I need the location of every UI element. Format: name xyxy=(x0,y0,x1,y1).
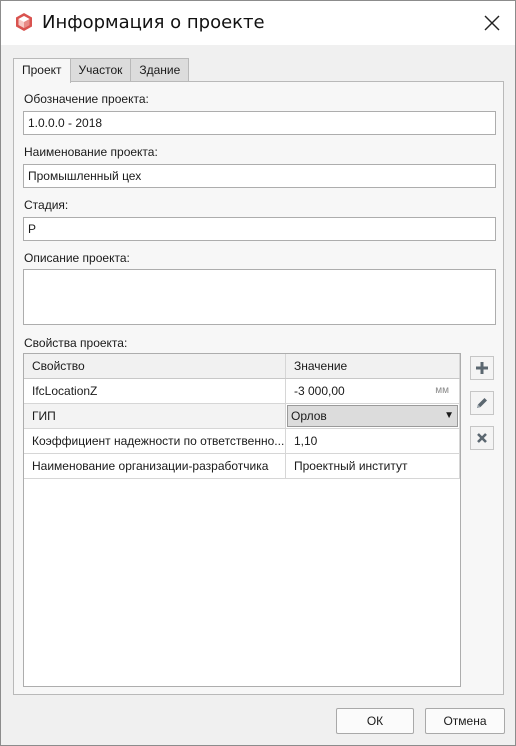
row-property: Наименование организации-разработчика xyxy=(24,454,286,478)
grid-header: Свойство Значение xyxy=(24,354,460,379)
pencil-icon xyxy=(477,398,487,408)
delete-property-button[interactable] xyxy=(470,426,494,450)
plus-icon xyxy=(476,362,488,374)
row-property: ГИП xyxy=(24,404,286,428)
edit-property-button[interactable] xyxy=(470,391,494,415)
cancel-button[interactable]: Отмена xyxy=(425,708,505,734)
delete-x-icon xyxy=(477,433,487,443)
dropdown-arrow-icon[interactable]: ▼ xyxy=(444,406,454,426)
unit-label: мм xyxy=(435,385,449,396)
header-value[interactable]: Значение xyxy=(286,354,460,378)
gip-dropdown[interactable]: Орлов ▼ xyxy=(287,405,458,427)
tab-project[interactable]: Проект xyxy=(13,58,71,83)
app-cube-icon xyxy=(16,13,32,31)
project-name-field[interactable]: Промышленный цех xyxy=(23,164,496,188)
dropdown-selected: Орлов xyxy=(291,409,327,423)
row-value[interactable]: Проектный институт xyxy=(286,454,460,478)
properties-label: Свойства проекта: xyxy=(24,336,128,350)
row-property: Коэффициент надежности по ответственно..… xyxy=(24,429,286,453)
stage-label: Стадия: xyxy=(24,198,69,212)
title-bar: Информация о проекте xyxy=(1,1,515,45)
table-row[interactable]: Наименование организации-разработчика Пр… xyxy=(24,454,460,479)
ok-button[interactable]: ОК xyxy=(336,708,414,734)
tab-building[interactable]: Здание xyxy=(130,58,190,82)
designation-label: Обозначение проекта: xyxy=(24,92,149,106)
row-value[interactable]: -3 000,00 мм xyxy=(286,379,460,403)
description-label: Описание проекта: xyxy=(24,251,130,265)
add-property-button[interactable] xyxy=(470,356,494,380)
description-field[interactable] xyxy=(23,269,496,325)
row-property: IfcLocationZ xyxy=(24,379,286,403)
table-row[interactable]: Коэффициент надежности по ответственно..… xyxy=(24,429,460,454)
properties-grid: Свойство Значение IfcLocationZ -3 000,00… xyxy=(23,353,461,687)
designation-field[interactable]: 1.0.0.0 - 2018 xyxy=(23,111,496,135)
window-title: Информация о проекте xyxy=(42,12,265,33)
header-property[interactable]: Свойство xyxy=(24,354,286,378)
project-name-label: Наименование проекта: xyxy=(24,145,158,159)
stage-field[interactable]: P xyxy=(23,217,496,241)
close-icon[interactable] xyxy=(479,10,505,36)
dialog-window: Информация о проекте Проект Участок Здан… xyxy=(0,0,516,746)
value-text: -3 000,00 xyxy=(294,384,345,398)
project-tab-panel: Обозначение проекта: 1.0.0.0 - 2018 Наим… xyxy=(13,81,504,695)
row-value[interactable]: 1,10 xyxy=(286,429,460,453)
tab-bar: Проект Участок Здание xyxy=(13,58,190,83)
table-row[interactable]: IfcLocationZ -3 000,00 мм xyxy=(24,379,460,404)
tab-site[interactable]: Участок xyxy=(69,58,132,82)
table-row[interactable]: ГИП Орлов ▼ xyxy=(24,404,460,429)
